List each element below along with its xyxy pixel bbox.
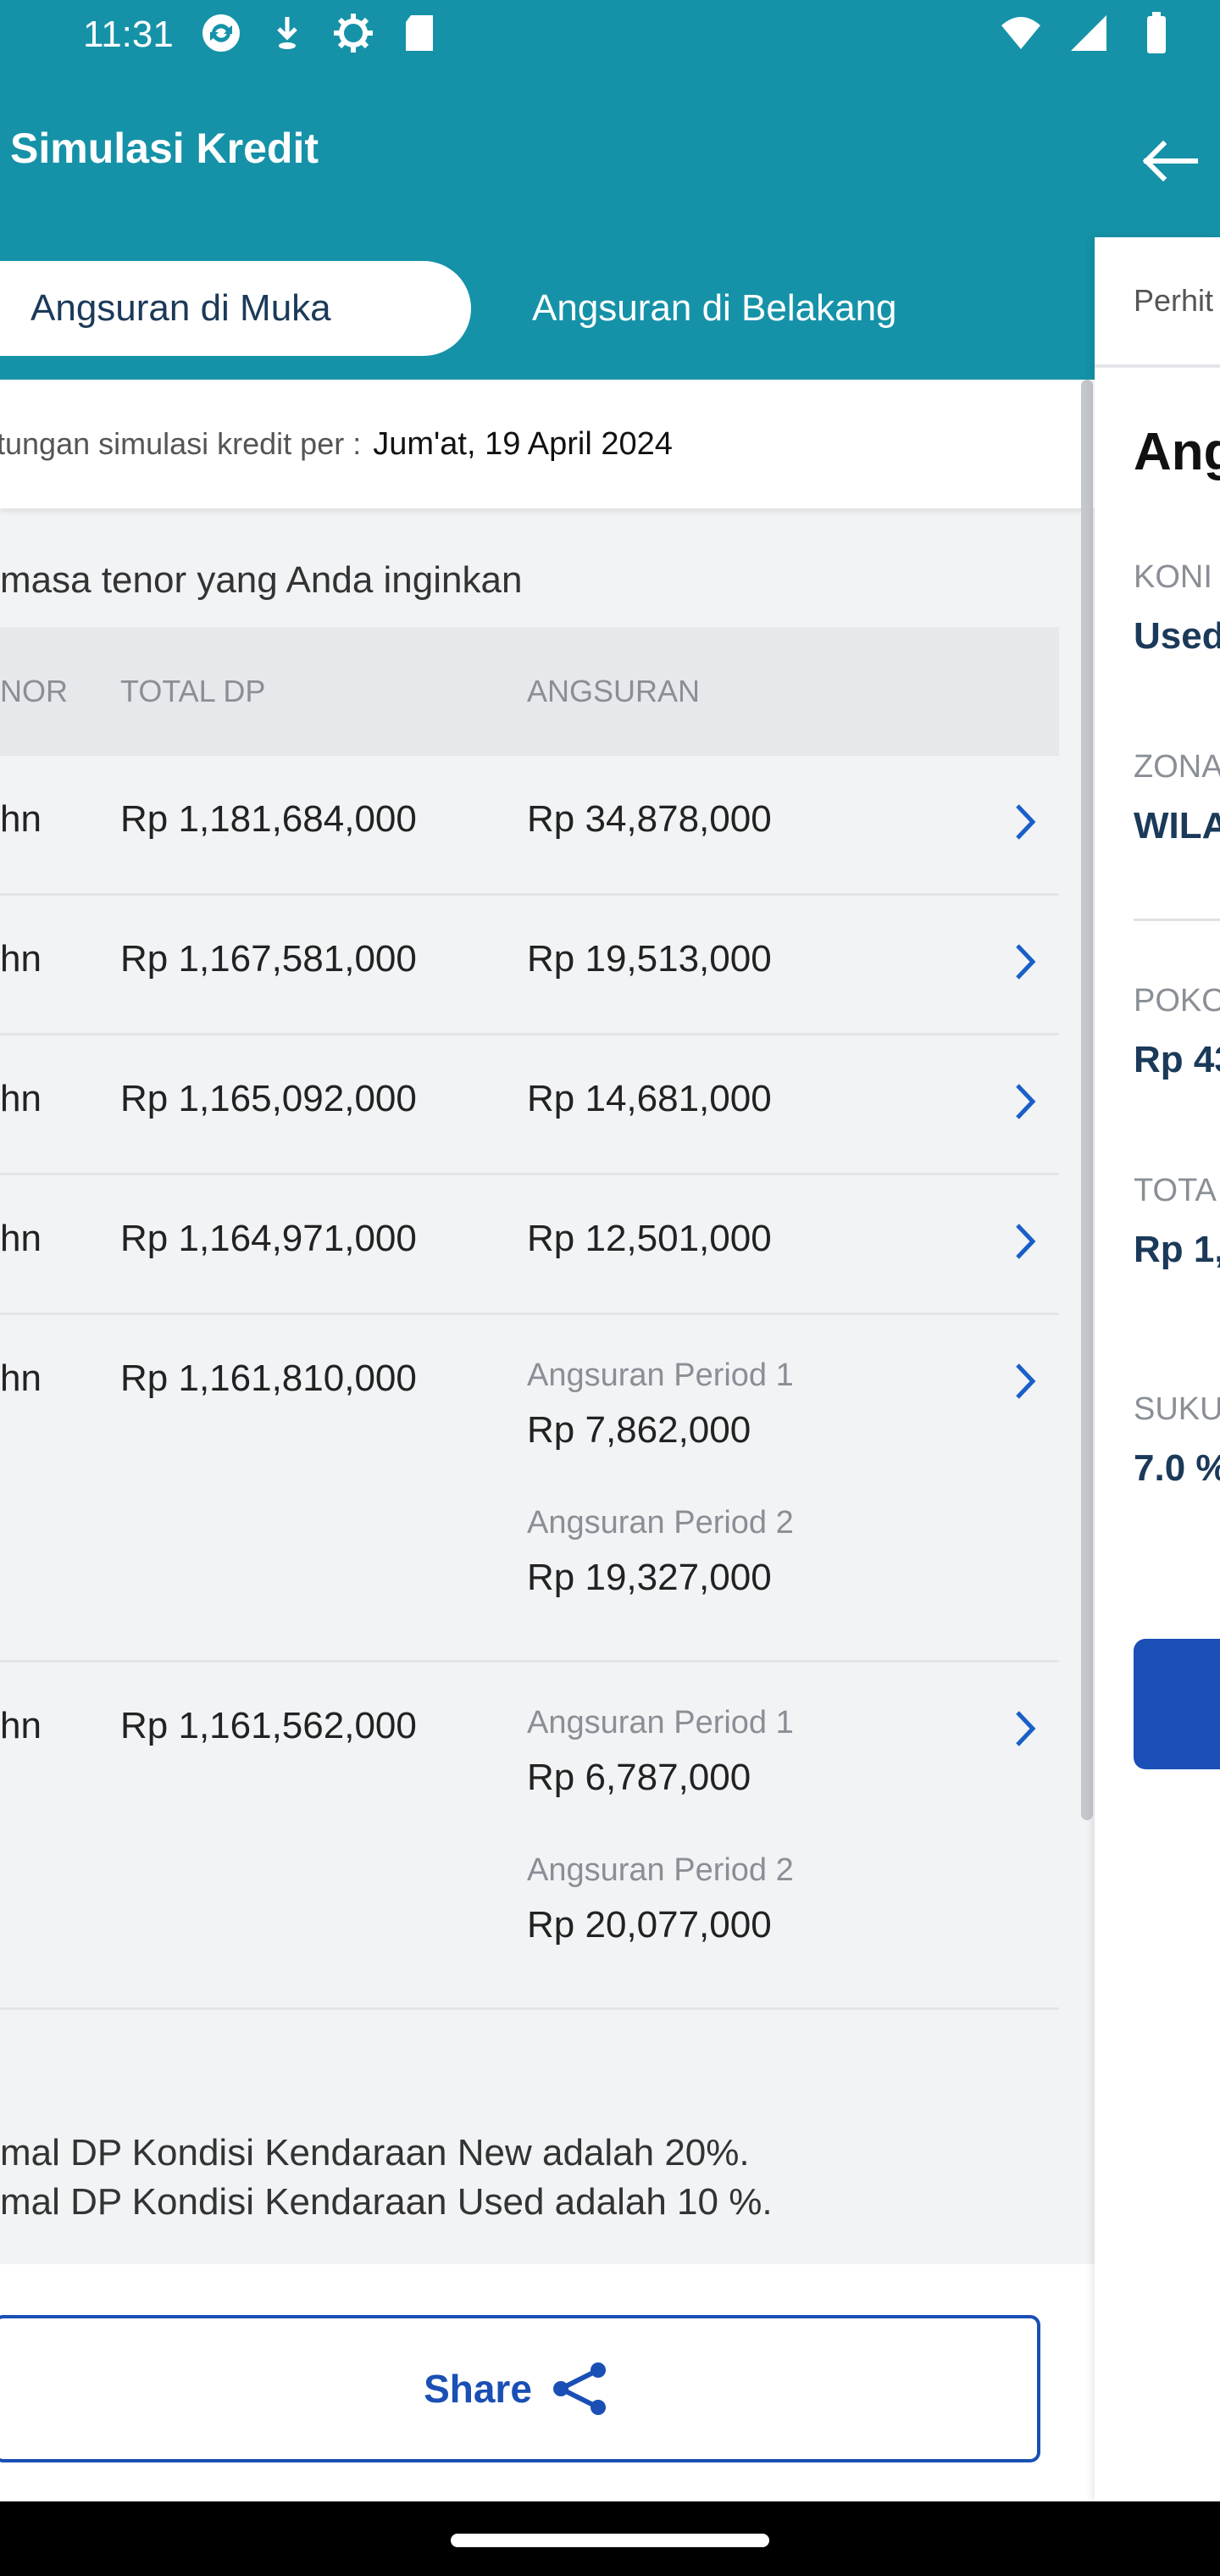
- total-dp-cell: Rp 1,161,562,000: [120, 1705, 417, 1746]
- sync-icon: [200, 12, 242, 54]
- tenor-cell: hn: [0, 1705, 42, 1746]
- status-time: 11:31: [83, 14, 174, 55]
- period-label: Angsuran Period 2: [527, 1505, 794, 1541]
- angsuran-cell: Rp 12,501,000: [527, 1218, 772, 1259]
- side-title: Ang: [1134, 423, 1220, 481]
- table-row[interactable]: hn Rp 1,181,684,000 Rp 34,878,000: [0, 756, 1059, 896]
- header-total-dp: TOTAL DP: [120, 674, 266, 708]
- tenor-cell: hn: [0, 1078, 42, 1119]
- battery-icon: [1135, 12, 1178, 54]
- side-divider: [1134, 919, 1220, 921]
- side-field-value: 7.0 %: [1134, 1447, 1220, 1489]
- side-field-value: Rp 43: [1134, 1039, 1220, 1080]
- period-value: Rp 20,077,000: [527, 1904, 772, 1946]
- app-header: 11:31 Simulasi Kredit Angsuran di Muka A…: [0, 0, 1220, 380]
- period-label: Angsuran Period 1: [527, 1357, 794, 1393]
- tenor-cell: hn: [0, 1218, 42, 1259]
- dp-notes: mal DP Kondisi Kendaraan New adalah 20%.…: [0, 2129, 773, 2227]
- download-icon: [266, 12, 308, 54]
- tenor-cell: hn: [0, 798, 42, 840]
- period-label: Angsuran Period 1: [527, 1705, 794, 1740]
- side-field-label: SUKU: [1134, 1391, 1220, 1427]
- side-field-value: Rp 1,: [1134, 1229, 1220, 1270]
- chevron-right-icon[interactable]: [1006, 1703, 1044, 1754]
- date-bar: tungan simulasi kredit per : Jum'at, 19 …: [0, 380, 1095, 508]
- note-line: mal DP Kondisi Kendaraan New adalah 20%.: [0, 2132, 750, 2174]
- side-field-label: KONI: [1134, 559, 1212, 595]
- wifi-icon: [1000, 12, 1042, 54]
- date-label: tungan simulasi kredit per :: [0, 426, 362, 461]
- total-dp-cell: Rp 1,161,810,000: [120, 1357, 417, 1399]
- angsuran-period-1: Angsuran Period 1 Rp 7,862,000: [527, 1357, 794, 1452]
- table-row[interactable]: hn Rp 1,161,810,000 Angsuran Period 1 Rp…: [0, 1315, 1059, 1663]
- header-angsuran: ANGSURAN: [527, 674, 701, 708]
- angsuran-cell: Rp 14,681,000: [527, 1078, 772, 1119]
- table-subtitle: masa tenor yang Anda inginkan: [0, 559, 523, 601]
- period-value: Rp 19,327,000: [527, 1557, 772, 1598]
- angsuran-period-1: Angsuran Period 1 Rp 6,787,000: [527, 1705, 794, 1799]
- sd-card-icon: [398, 12, 441, 54]
- date-value: Jum'at, 19 April 2024: [373, 425, 673, 462]
- share-button[interactable]: Share: [0, 2315, 1040, 2462]
- period-value: Rp 7,862,000: [527, 1409, 751, 1451]
- tenor-cell: hn: [0, 1357, 42, 1399]
- chevron-right-icon[interactable]: [1006, 1356, 1044, 1407]
- side-field-value: Used: [1134, 615, 1220, 657]
- signal-icon: [1068, 12, 1110, 54]
- angsuran-cell: Rp 34,878,000: [527, 798, 772, 840]
- chevron-right-icon[interactable]: [1006, 936, 1044, 987]
- total-dp-cell: Rp 1,164,971,000: [120, 1218, 417, 1259]
- tenor-table: NOR TOTAL DP ANGSURAN hn Rp 1,181,684,00…: [0, 627, 1059, 2010]
- status-icons-right: [1000, 12, 1178, 54]
- tab-angsuran-di-muka[interactable]: Angsuran di Muka: [0, 261, 471, 356]
- side-panel: Perhit Ang KONI Used ZONA WILA POKO Rp 4…: [1095, 237, 1220, 2501]
- period-label: Angsuran Period 2: [527, 1852, 794, 1888]
- back-button[interactable]: [1135, 127, 1203, 195]
- chevron-right-icon[interactable]: [1006, 1216, 1044, 1267]
- header-tenor: NOR: [0, 674, 68, 708]
- side-tab[interactable]: Perhit: [1095, 237, 1220, 368]
- side-field-label: ZONA: [1134, 749, 1220, 785]
- arrow-left-icon: [1142, 140, 1198, 182]
- status-icons-left: [200, 12, 441, 54]
- side-field-label: TOTA: [1134, 1173, 1217, 1208]
- share-label: Share: [424, 2367, 532, 2411]
- total-dp-cell: Rp 1,181,684,000: [120, 798, 417, 840]
- side-action-button[interactable]: [1134, 1639, 1220, 1769]
- total-dp-cell: Rp 1,165,092,000: [120, 1078, 417, 1119]
- side-field-value: WILA: [1134, 805, 1220, 847]
- scrollbar[interactable]: [1081, 380, 1093, 1820]
- simulation-panel: tungan simulasi kredit per : Jum'at, 19 …: [0, 380, 1095, 2264]
- tab-angsuran-di-belakang[interactable]: Angsuran di Belakang: [532, 261, 897, 356]
- settings-icon: [332, 12, 374, 54]
- note-line: mal DP Kondisi Kendaraan Used adalah 10 …: [0, 2181, 773, 2223]
- angsuran-period-2: Angsuran Period 2 Rp 20,077,000: [527, 1852, 794, 1946]
- angsuran-cell: Rp 19,513,000: [527, 938, 772, 980]
- total-dp-cell: Rp 1,167,581,000: [120, 938, 417, 980]
- table-row[interactable]: hn Rp 1,164,971,000 Rp 12,501,000: [0, 1175, 1059, 1315]
- table-row[interactable]: hn Rp 1,167,581,000 Rp 19,513,000: [0, 896, 1059, 1035]
- chevron-right-icon[interactable]: [1006, 797, 1044, 847]
- side-field-label: POKO: [1134, 983, 1220, 1019]
- table-row[interactable]: hn Rp 1,165,092,000 Rp 14,681,000: [0, 1035, 1059, 1175]
- table-header: NOR TOTAL DP ANGSURAN: [0, 627, 1059, 756]
- table-row[interactable]: hn Rp 1,161,562,000 Angsuran Period 1 Rp…: [0, 1663, 1059, 2010]
- share-icon: [552, 2362, 606, 2415]
- share-area: Share: [0, 2264, 1095, 2501]
- period-value: Rp 6,787,000: [527, 1757, 751, 1798]
- tenor-cell: hn: [0, 938, 42, 980]
- chevron-right-icon[interactable]: [1006, 1076, 1044, 1127]
- home-handle[interactable]: [451, 2534, 769, 2547]
- angsuran-period-2: Angsuran Period 2 Rp 19,327,000: [527, 1505, 794, 1599]
- system-nav-bar: [0, 2501, 1220, 2576]
- page-title: Simulasi Kredit: [10, 125, 319, 172]
